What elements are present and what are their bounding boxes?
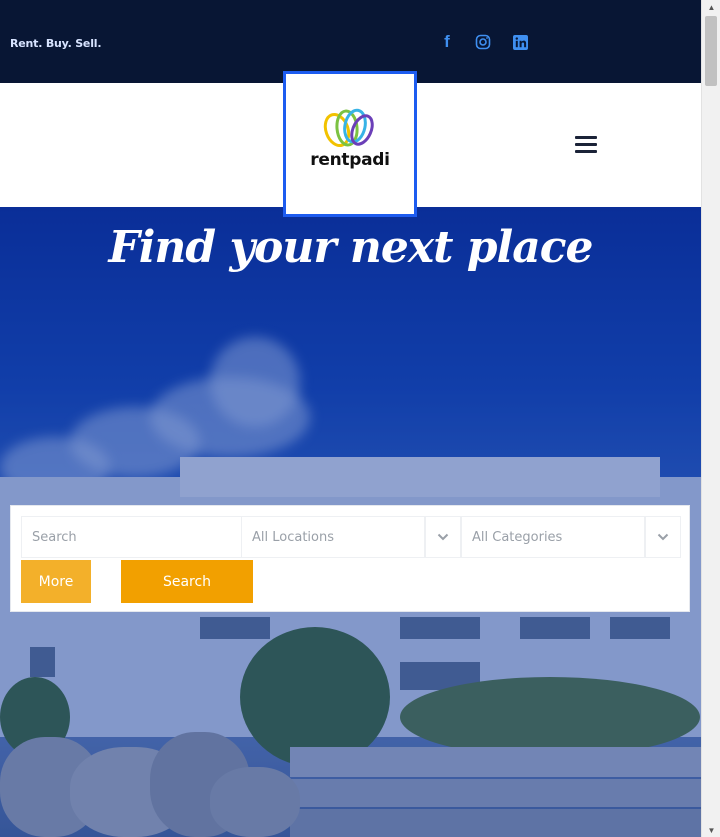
scroll-down-icon[interactable]: ▼ — [702, 823, 720, 837]
menu-line — [575, 143, 597, 146]
logo-mark-icon — [323, 108, 374, 147]
more-button[interactable]: More — [21, 560, 91, 603]
logo-text: rentpadi — [310, 150, 390, 170]
scroll-up-icon[interactable]: ▲ — [702, 0, 720, 14]
search-button[interactable]: Search — [121, 560, 253, 603]
search-input[interactable]: Search — [21, 516, 241, 558]
logo[interactable]: rentpadi — [283, 71, 417, 217]
location-dropdown-toggle[interactable] — [425, 516, 461, 558]
category-dropdown-toggle[interactable] — [645, 516, 681, 558]
chevron-down-icon — [657, 533, 669, 541]
search-panel: Search All Locations All Categories More… — [10, 505, 690, 612]
page: Rent. Buy. Sell. f rentpadi Find your ne… — [0, 0, 701, 837]
facebook-glyph: f — [444, 32, 450, 51]
linkedin-icon[interactable] — [510, 32, 530, 52]
vertical-scrollbar[interactable]: ▲ ▼ — [701, 0, 720, 837]
hamburger-menu-icon[interactable] — [575, 136, 597, 154]
menu-line — [575, 136, 597, 139]
menu-line — [575, 150, 597, 153]
scrollbar-thumb[interactable] — [705, 16, 717, 86]
hero-title: Find your next place — [108, 222, 593, 273]
linkedin-glyph — [512, 34, 528, 50]
category-select[interactable]: All Categories — [461, 516, 645, 558]
instagram-glyph — [475, 34, 491, 50]
facebook-icon[interactable]: f — [437, 32, 457, 52]
location-select[interactable]: All Locations — [241, 516, 425, 558]
instagram-icon[interactable] — [473, 32, 493, 52]
tagline: Rent. Buy. Sell. — [10, 37, 102, 50]
chevron-down-icon — [437, 533, 449, 541]
